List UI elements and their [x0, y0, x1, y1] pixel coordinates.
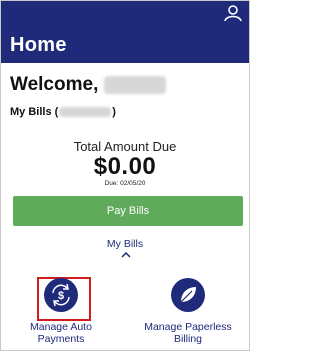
total-amount-value: $0.00: [93, 153, 157, 180]
my-bills-account: My Bills ( ): [10, 106, 116, 118]
page-title: Home: [10, 34, 67, 56]
pay-bills-label: Pay Bills: [106, 205, 150, 217]
redacted-user-name: [104, 76, 167, 94]
manage-auto-payments-label: Manage Auto Payments: [30, 321, 92, 345]
my-bills-prefix: My Bills (: [10, 106, 59, 118]
my-bills-toggle[interactable]: My Bills: [1, 238, 249, 250]
app-header: Home: [1, 1, 249, 63]
my-bills-suffix: ): [112, 106, 116, 118]
welcome-row: Welcome,: [10, 72, 167, 98]
autopay-dollar-icon: $: [44, 278, 78, 312]
user-icon[interactable]: [223, 3, 243, 23]
svg-text:$: $: [58, 290, 64, 302]
welcome-label: Welcome,: [10, 74, 99, 95]
manage-auto-payments-tile[interactable]: $ Manage Auto Payments: [6, 277, 116, 345]
total-amount-label: Total Amount Due: [73, 139, 177, 154]
my-bills-toggle-label: My Bills: [106, 238, 144, 250]
manage-paperless-billing-tile[interactable]: Manage Paperless Billing: [133, 277, 243, 345]
redacted-account-number: [59, 107, 112, 117]
leaf-icon: [171, 278, 205, 312]
pay-bills-button[interactable]: Pay Bills: [13, 196, 243, 226]
app-frame: Home Welcome, My Bills ( ) Total Amount …: [0, 0, 250, 351]
chevron-up-icon[interactable]: [121, 252, 131, 258]
manage-paperless-billing-label: Manage Paperless Billing: [144, 321, 232, 345]
due-date: Due: 02/05/20: [104, 180, 146, 187]
